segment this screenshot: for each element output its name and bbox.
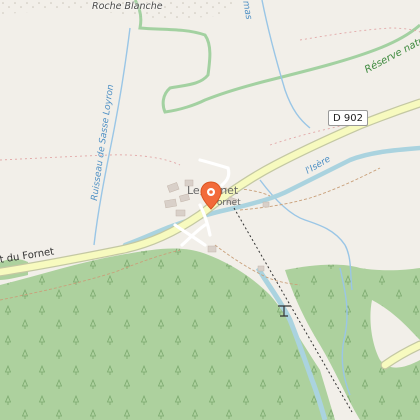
map-view[interactable]: Roche Blanche Réserve naturelle mas Ruis… [0, 0, 420, 420]
road-shield-d902: D 902 [328, 110, 368, 126]
peak-label: Roche Blanche [92, 1, 163, 12]
location-pin-icon[interactable] [199, 181, 223, 211]
forest-area [0, 248, 420, 420]
